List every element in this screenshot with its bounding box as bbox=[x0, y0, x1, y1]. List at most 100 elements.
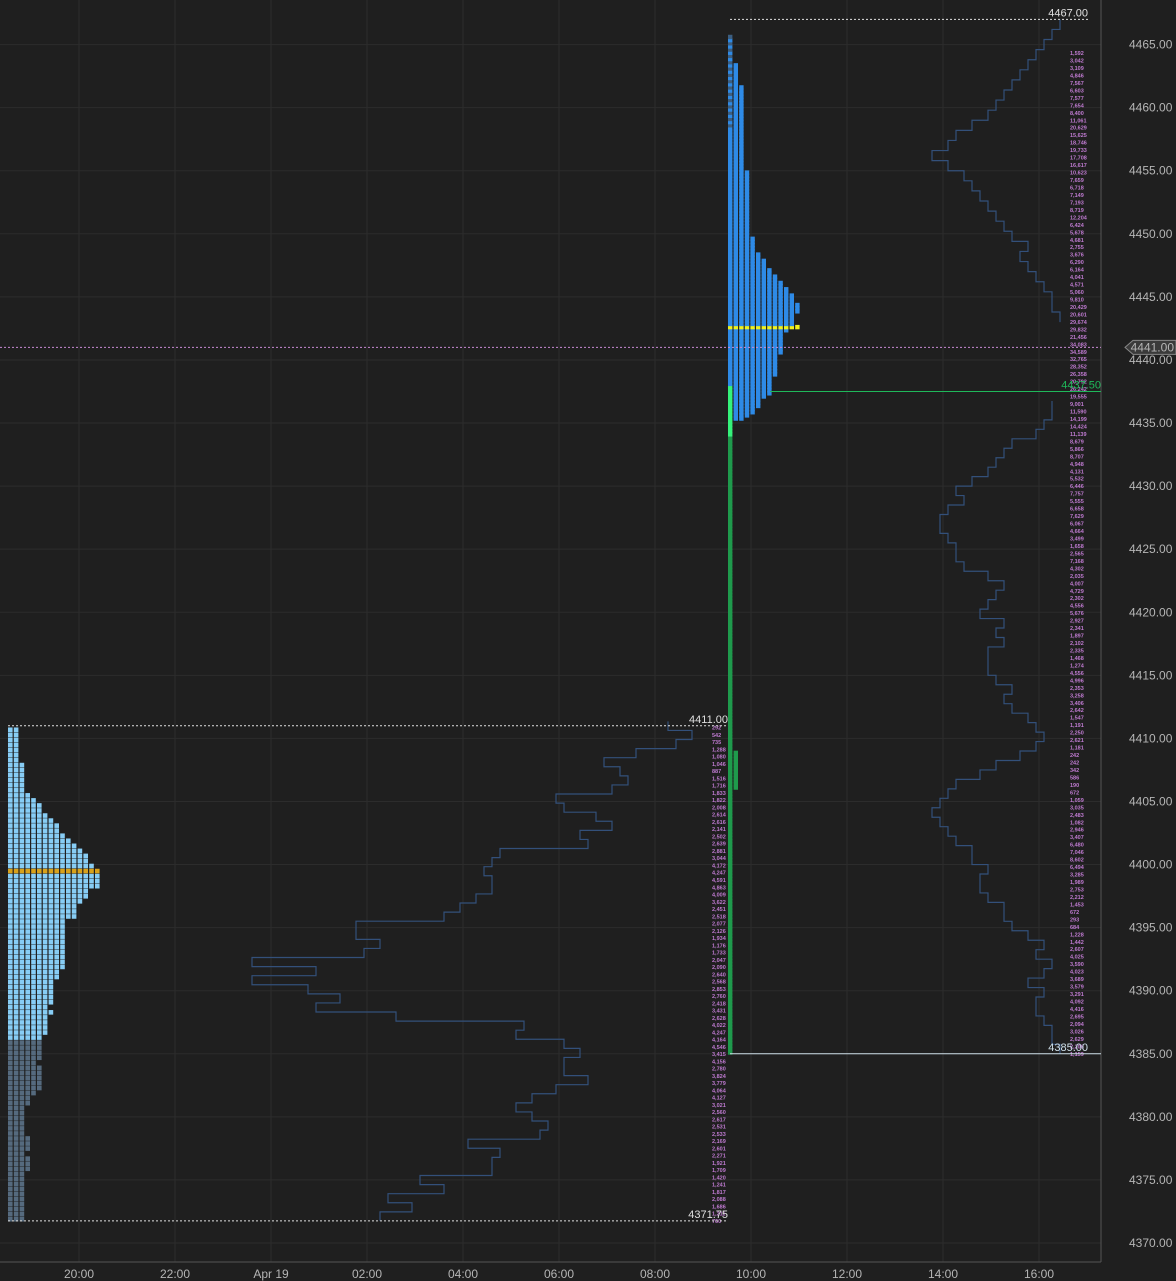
prev-profile-block bbox=[8, 863, 13, 869]
prev-profile-block bbox=[25, 1141, 30, 1146]
prev-profile-block bbox=[13, 1121, 19, 1126]
curr-volume-label: 1,897 bbox=[1070, 634, 1084, 640]
prev-profile-block bbox=[60, 954, 65, 960]
prev-volume-label: 2,502 bbox=[712, 834, 726, 840]
curr-volume-label: 8,679 bbox=[1070, 439, 1084, 445]
curr-volume-label: 672 bbox=[1070, 790, 1079, 796]
prev-profile-block bbox=[8, 899, 13, 904]
curr-profile-block bbox=[772, 274, 778, 279]
prev-profile-block bbox=[25, 868, 30, 874]
prev-profile-block bbox=[48, 858, 54, 864]
prev-profile-block bbox=[19, 914, 25, 919]
curr-volume-label: 3,406 bbox=[1070, 701, 1084, 707]
prev-profile-block bbox=[42, 863, 48, 869]
prev-profile-block bbox=[95, 883, 100, 889]
curr-volume-label: 2,335 bbox=[1070, 648, 1084, 654]
prev-profile-block bbox=[19, 1030, 25, 1035]
prev-profile-block bbox=[25, 969, 30, 975]
curr-volume-label: 3,579 bbox=[1070, 985, 1084, 991]
prev-profile-block bbox=[77, 893, 83, 899]
prev-profile-block bbox=[48, 989, 54, 995]
curr-volume-label: 29,832 bbox=[1070, 327, 1087, 333]
curr-volume-label: 3,042 bbox=[1070, 59, 1084, 65]
prev-profile-block bbox=[25, 1070, 30, 1076]
curr-profile-block bbox=[733, 63, 738, 68]
prev-profile-block bbox=[83, 858, 88, 864]
prev-profile-block bbox=[37, 848, 42, 854]
prev-profile-block bbox=[19, 1025, 25, 1030]
prev-profile-block bbox=[71, 843, 77, 849]
prev-profile-block bbox=[48, 919, 54, 924]
y-tick-label: 4455.00 bbox=[1129, 164, 1173, 178]
prev-profile-block bbox=[13, 757, 19, 763]
prev-profile-block bbox=[48, 888, 54, 894]
prev-profile-block bbox=[19, 974, 25, 980]
prev-profile-block bbox=[42, 843, 48, 849]
curr-volume-label: 1,592 bbox=[1070, 51, 1084, 57]
prev-profile-block bbox=[13, 843, 19, 849]
prev-profile-block bbox=[37, 979, 42, 985]
prev-profile-block bbox=[19, 1075, 25, 1081]
prev-volume-label: 2,088 bbox=[712, 1197, 726, 1203]
prev-profile-block bbox=[25, 1010, 30, 1015]
prev-profile-block bbox=[66, 878, 71, 884]
prev-profile-block bbox=[66, 914, 71, 919]
prev-profile-block bbox=[66, 888, 71, 894]
prev-profile-block bbox=[48, 984, 54, 990]
prev-profile-block bbox=[13, 1171, 19, 1177]
prev-profile-block bbox=[37, 828, 42, 833]
prev-profile-block bbox=[8, 848, 13, 854]
prev-profile-block bbox=[13, 878, 19, 884]
prev-profile-block bbox=[60, 929, 65, 934]
prev-profile-block bbox=[19, 888, 25, 894]
prev-profile-block bbox=[71, 848, 77, 854]
prev-profile-block bbox=[77, 848, 83, 854]
prev-profile-block bbox=[48, 929, 54, 934]
last-price-label: 4441.00 bbox=[1131, 340, 1175, 354]
prev-profile-block bbox=[8, 893, 13, 899]
prev-profile-block bbox=[8, 1030, 13, 1035]
prev-profile-block bbox=[54, 899, 59, 904]
prev-profile-block bbox=[48, 848, 54, 854]
prev-volume-label: 3,044 bbox=[712, 856, 727, 862]
prev-profile-block bbox=[19, 939, 25, 944]
prev-profile-block bbox=[13, 934, 19, 939]
curr-volume-label: 5,678 bbox=[1070, 230, 1084, 236]
prev-profile-block bbox=[42, 1020, 48, 1025]
prev-volume-label: 1,516 bbox=[712, 776, 726, 782]
prev-profile-block bbox=[66, 868, 71, 874]
prev-profile-block bbox=[19, 1191, 25, 1197]
prev-profile-block bbox=[42, 813, 48, 818]
volume-profile-chart[interactable]: 4465.00 4460.00 4455.00 4450.00 4445.00 4440.… bbox=[0, 0, 1176, 1281]
prev-profile-block bbox=[19, 1055, 25, 1061]
prev-profile-block bbox=[8, 888, 13, 894]
prev-volume-label: 1,921 bbox=[712, 1161, 726, 1167]
prev-profile-block bbox=[8, 1010, 13, 1015]
prev-profile-block bbox=[31, 1035, 36, 1040]
prev-profile-block bbox=[31, 969, 36, 975]
prev-profile-block bbox=[13, 1156, 19, 1161]
prev-profile-block bbox=[8, 1105, 13, 1111]
prev-profile-block bbox=[8, 823, 13, 828]
prev-profile-block bbox=[71, 868, 77, 874]
prev-profile-block bbox=[83, 888, 88, 894]
prev-profile-block bbox=[8, 813, 13, 818]
prev-profile-block bbox=[48, 899, 54, 904]
prev-profile-block bbox=[66, 899, 71, 904]
prev-profile-block bbox=[48, 828, 54, 833]
prev-profile-block bbox=[37, 863, 42, 869]
y-tick-label: 4465.00 bbox=[1129, 38, 1173, 52]
curr-volume-label: 20,601 bbox=[1070, 312, 1087, 318]
curr-volume-label: 1,191 bbox=[1070, 723, 1084, 729]
curr-volume-label: 1,181 bbox=[1070, 746, 1084, 752]
curr-volume-label: 2,927 bbox=[1070, 619, 1084, 625]
prev-profile-block bbox=[13, 798, 19, 803]
curr-volume-label: 4,025 bbox=[1070, 955, 1084, 961]
prev-profile-block bbox=[25, 878, 30, 884]
curr-volume-label: 7,193 bbox=[1070, 200, 1084, 206]
prev-profile-block bbox=[8, 793, 13, 798]
prev-profile-block bbox=[19, 833, 25, 839]
prev-profile-block bbox=[37, 1040, 42, 1045]
prev-profile-block bbox=[31, 1075, 36, 1081]
prev-profile-block bbox=[42, 828, 48, 833]
